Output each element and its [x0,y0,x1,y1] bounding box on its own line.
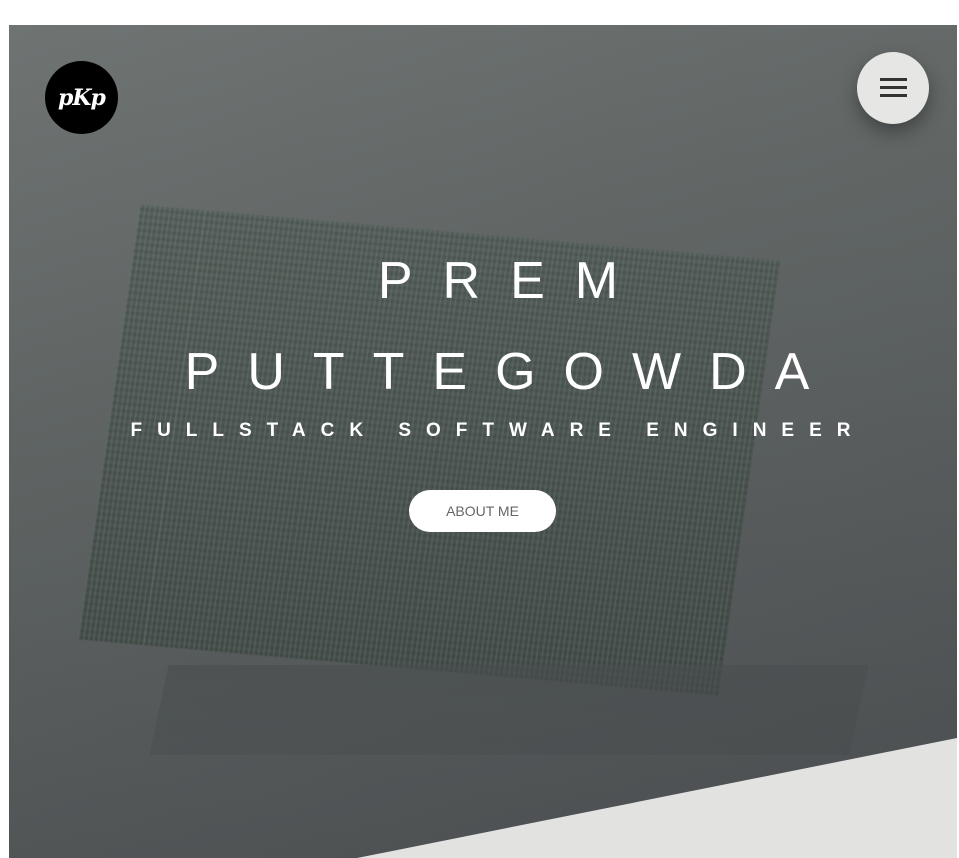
menu-button[interactable] [857,52,929,124]
hero-last-name: PUTTEGOWDA [184,343,838,401]
hero-section: pKp PREM PUTTEGOWDA FULLSTACK SOFTWARE E… [9,25,957,858]
hero-subtitle: FULLSTACK SOFTWARE ENGINEER [130,420,866,441]
hero-first-name: PREM [377,252,649,310]
about-me-button[interactable]: ABOUT ME [409,490,556,532]
logo[interactable]: pKp [45,61,118,134]
